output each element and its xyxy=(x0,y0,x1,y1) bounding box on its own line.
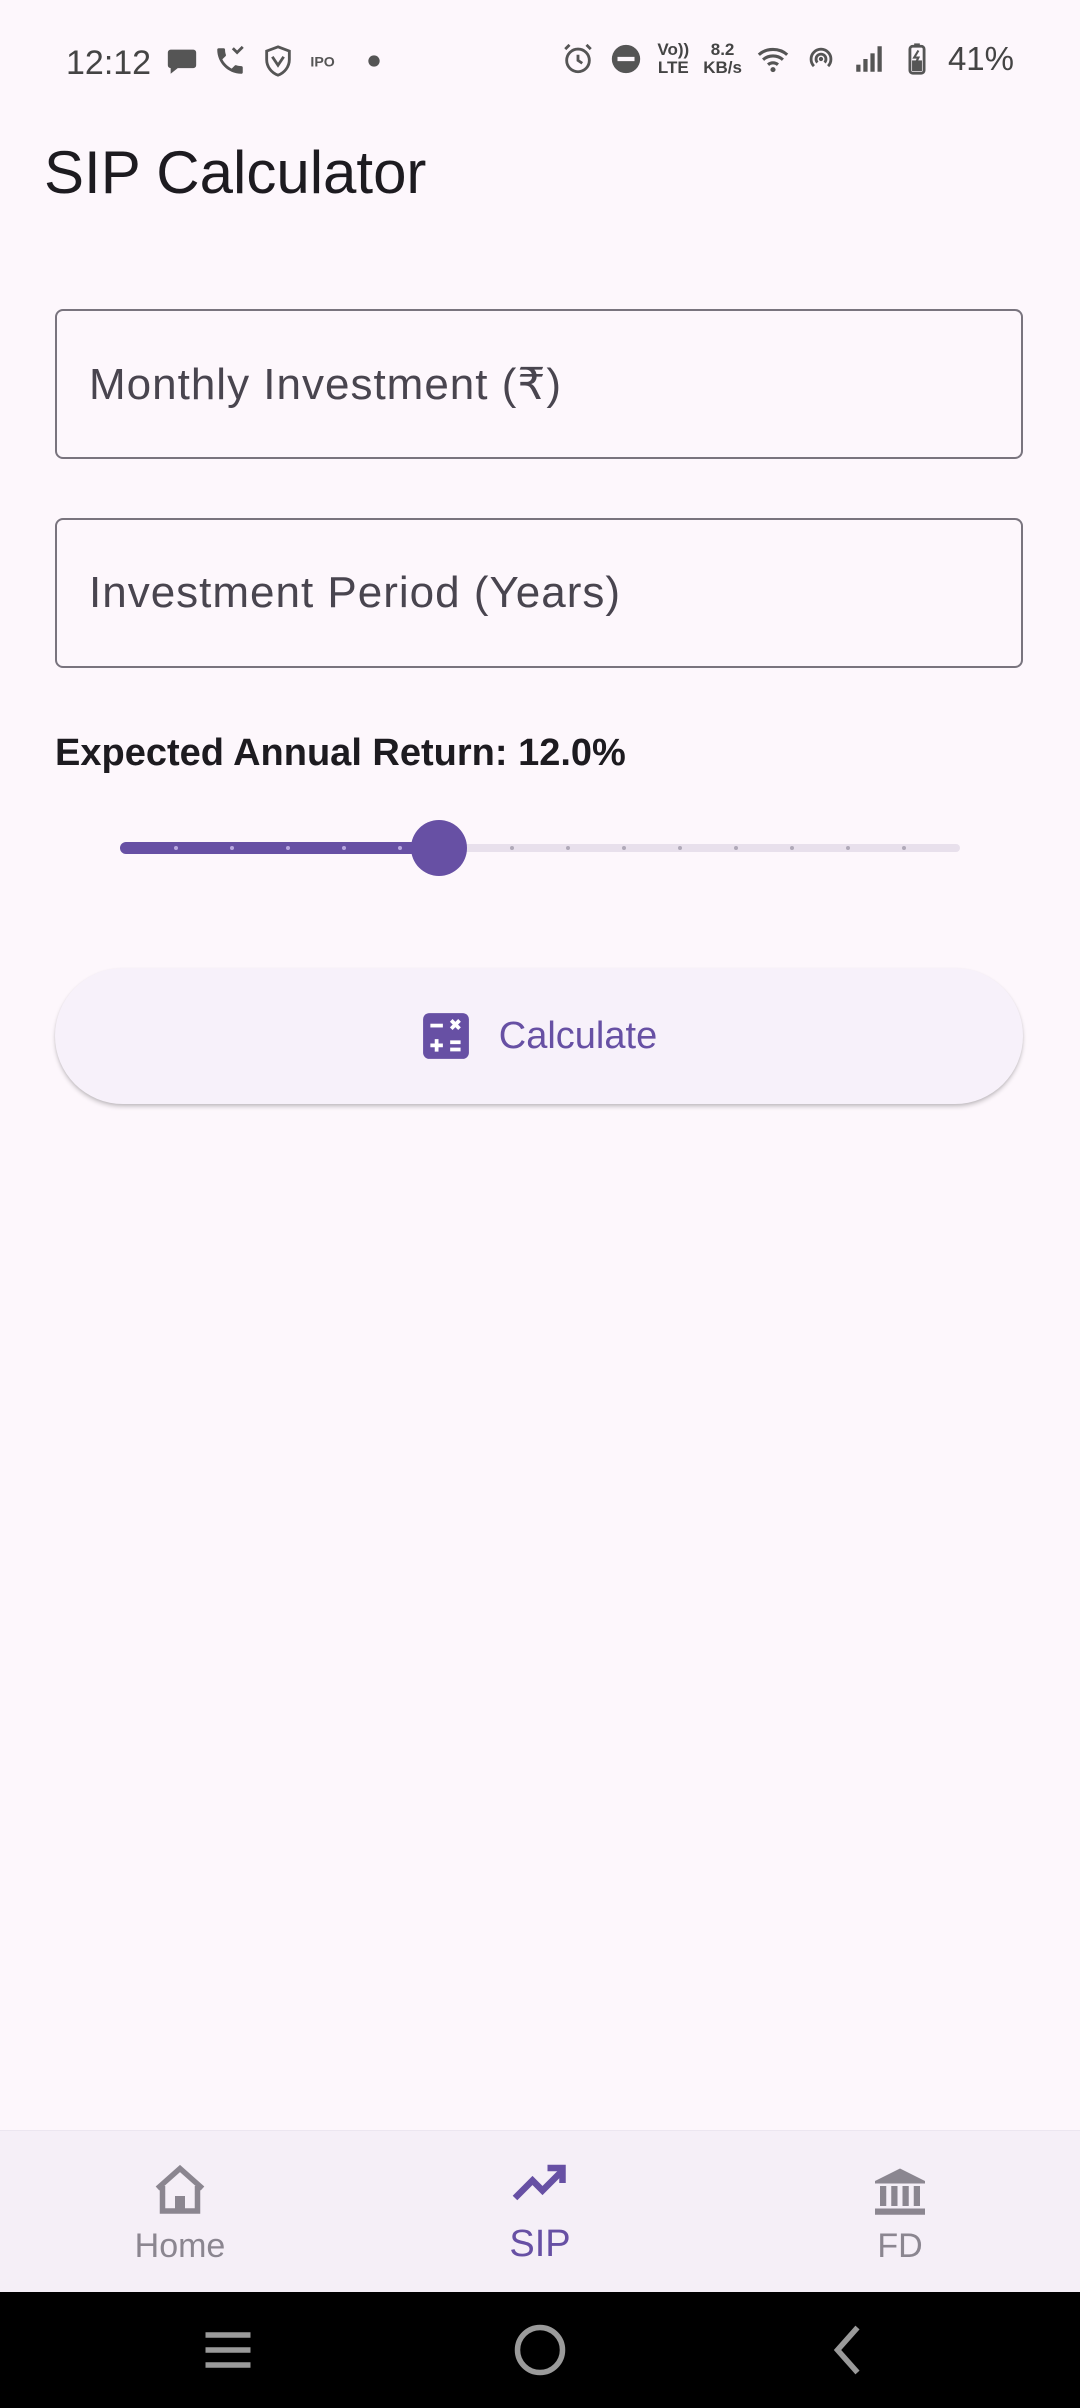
home-icon xyxy=(155,2164,205,2214)
more-notifications-dot-icon xyxy=(368,55,380,67)
volte-indicator: Vo)) LTE xyxy=(657,40,690,77)
calculator-icon xyxy=(422,1013,469,1059)
nav-label-fd: FD xyxy=(877,2227,923,2265)
notification-icons: IPO xyxy=(165,44,391,78)
nav-item-home[interactable]: Home xyxy=(0,2131,360,2293)
slider-tick-dot xyxy=(510,846,514,850)
bank-icon xyxy=(875,2168,925,2215)
back-chevron-icon[interactable] xyxy=(820,2320,880,2380)
nav-item-fd[interactable]: FD xyxy=(720,2131,1080,2293)
svg-text:IPO: IPO xyxy=(310,55,334,71)
monthly-investment-label: Monthly Investment (₹) xyxy=(89,359,563,409)
bottom-navigation: Home SIP FD xyxy=(0,2130,1080,2293)
status-bar: 12:12 IPO Vo)) LTE 8.2 KB/s 41% xyxy=(0,0,1080,130)
investment-period-label: Investment Period (Years) xyxy=(89,568,622,617)
nav-item-sip[interactable]: SIP xyxy=(360,2131,720,2293)
expected-return-label: Expected Annual Return: 12.0% xyxy=(55,732,626,774)
vpn-shield-icon xyxy=(265,45,291,77)
nav-label-home: Home xyxy=(134,2227,226,2265)
slider-tick-dot xyxy=(902,846,906,850)
calculate-label: Calculate xyxy=(498,1014,658,1057)
network-speed: 8.2 KB/s xyxy=(703,40,742,77)
slider-thumb[interactable] xyxy=(411,820,467,876)
recent-apps-menu-icon[interactable] xyxy=(198,2320,258,2380)
calculate-button[interactable]: Calculate xyxy=(55,968,1023,1104)
investment-period-field[interactable]: Investment Period (Years) xyxy=(55,518,1023,668)
slider-tick-dot xyxy=(174,846,178,850)
chat-bubble-icon xyxy=(167,49,197,74)
slider-tick-dot xyxy=(622,846,626,850)
expected-return-slider[interactable] xyxy=(120,820,960,876)
page-title: SIP Calculator xyxy=(44,139,427,206)
slider-tick-dot xyxy=(566,846,570,850)
nav-label-sip: SIP xyxy=(509,2223,571,2265)
slider-tick-dot xyxy=(734,846,738,850)
do-not-disturb-icon xyxy=(612,44,641,74)
slider-tick-dot xyxy=(846,846,850,850)
wifi-icon xyxy=(757,47,789,73)
signal-icon xyxy=(856,46,882,72)
ipo-app-icon: IPO xyxy=(310,55,334,71)
system-navigation-bar xyxy=(0,2292,1080,2408)
status-time: 12:12 xyxy=(66,44,152,82)
battery-charging-icon xyxy=(908,43,926,75)
slider-tick-dot xyxy=(286,846,290,850)
battery-percent: 41% xyxy=(947,40,1014,77)
trending-up-icon xyxy=(512,2164,566,2201)
slider-tick-dot xyxy=(790,846,794,850)
missed-call-icon xyxy=(217,45,244,74)
hotspot-icon xyxy=(809,47,833,68)
slider-track-active xyxy=(120,842,439,854)
alarm-icon xyxy=(564,43,593,74)
slider-tick-dot xyxy=(342,846,346,850)
monthly-investment-field[interactable]: Monthly Investment (₹) xyxy=(55,309,1023,459)
slider-tick-dot xyxy=(678,846,682,850)
system-status-icons: Vo)) LTE 8.2 KB/s 41% xyxy=(561,40,1014,78)
home-circle-icon[interactable] xyxy=(510,2320,570,2380)
slider-tick-dot xyxy=(398,846,402,850)
slider-tick-dot xyxy=(230,846,234,850)
